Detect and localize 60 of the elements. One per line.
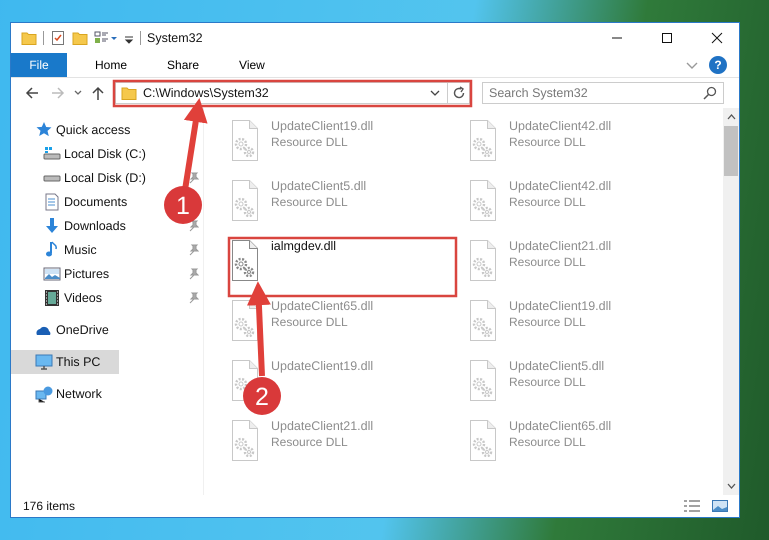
ribbon-tab[interactable]: Home xyxy=(79,53,144,77)
pin-icon[interactable] xyxy=(187,292,199,304)
close-icon[interactable] xyxy=(711,32,723,44)
pin-icon[interactable] xyxy=(187,244,199,256)
down-arrow-icon xyxy=(43,217,61,235)
pin-icon[interactable] xyxy=(187,172,199,184)
nav-item[interactable]: Documents xyxy=(11,190,132,214)
back-arrow-icon[interactable] xyxy=(24,85,40,101)
folder-icon xyxy=(121,85,137,101)
search-field[interactable]: Search System32 xyxy=(482,82,724,104)
monitor-icon xyxy=(35,353,53,371)
checklist-icon[interactable] xyxy=(50,30,66,46)
drive-icon xyxy=(43,174,61,182)
up-arrow-icon[interactable] xyxy=(90,85,106,101)
file-type: Resource DLL xyxy=(271,435,349,449)
document-icon xyxy=(43,193,61,211)
file-type: Resource DLL xyxy=(509,435,587,449)
nav-item[interactable]: Pictures xyxy=(11,262,114,286)
nav-item[interactable]: OneDrive xyxy=(11,318,113,342)
step-number-badge: 2 xyxy=(243,377,281,415)
ribbon-tab[interactable]: View xyxy=(223,53,281,77)
star-icon xyxy=(35,121,53,139)
pin-icon[interactable] xyxy=(187,220,199,232)
file-type: Resource DLL xyxy=(509,135,587,149)
file-name[interactable]: ialmgdev.dll xyxy=(271,239,336,253)
details-view-icon[interactable] xyxy=(683,498,701,514)
refresh-icon[interactable] xyxy=(452,86,466,100)
nav-item[interactable]: Local Disk (C:) xyxy=(11,142,150,166)
file-type: Resource DLL xyxy=(271,135,349,149)
search-icon[interactable] xyxy=(703,86,717,100)
nav-item[interactable]: Music xyxy=(11,238,101,262)
nav-item[interactable]: Quick access xyxy=(11,118,134,142)
address-bar[interactable]: C:\Windows\System32 xyxy=(115,82,470,104)
step-number-badge: 1 xyxy=(164,186,202,224)
ribbon-tab[interactable]: Share xyxy=(151,53,216,77)
vertical-scrollbar[interactable] xyxy=(723,108,739,495)
file-type: Resource DLL xyxy=(509,375,587,389)
window-title: System32 xyxy=(147,31,203,45)
picture-icon xyxy=(43,265,61,283)
nav-item[interactable]: Downloads xyxy=(11,214,130,238)
file-type: Resource DLL xyxy=(271,195,349,209)
nav-item[interactable]: Local Disk (D:) xyxy=(11,166,150,190)
dll-file-icon[interactable] xyxy=(229,239,261,283)
item-count: 176 items xyxy=(23,499,76,513)
file-type: Resource DLL xyxy=(271,315,349,329)
file-type: Resource DLL xyxy=(509,195,587,209)
file-type: Resource DLL xyxy=(509,255,587,269)
nav-item[interactable]: This PC xyxy=(11,350,119,374)
network-icon xyxy=(35,385,53,403)
pin-icon[interactable] xyxy=(187,268,199,280)
film-strip-icon xyxy=(43,289,61,307)
file-type: Resource DLL xyxy=(509,315,587,329)
nav-item[interactable]: Videos xyxy=(11,286,106,310)
large-icons-view-icon[interactable] xyxy=(711,498,729,514)
scroll-thumb[interactable] xyxy=(724,126,738,176)
file-menu-tab[interactable]: File xyxy=(11,53,67,77)
maximize-icon[interactable] xyxy=(661,32,673,44)
properties-icon[interactable] xyxy=(94,30,118,46)
nav-item[interactable]: Network xyxy=(11,382,106,406)
help-button[interactable]: ? xyxy=(709,56,727,74)
